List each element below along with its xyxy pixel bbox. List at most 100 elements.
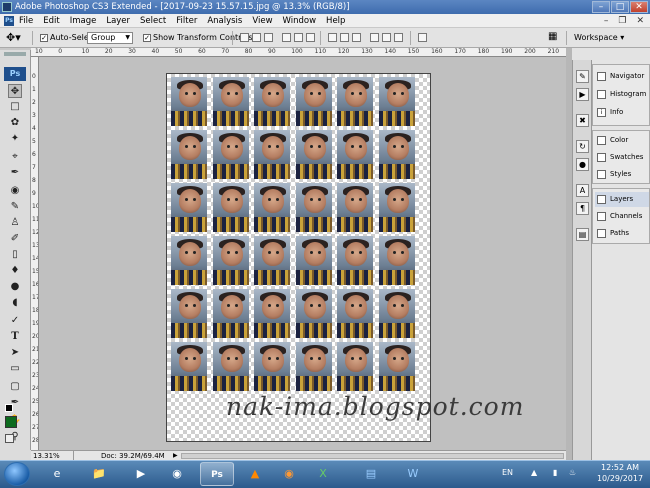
ruler-tick-label: 30 — [128, 48, 136, 55]
healing-brush-tool-icon[interactable]: ◉ — [8, 184, 22, 198]
paint-bucket-tool-icon[interactable]: ♦ — [8, 264, 22, 278]
notes-tool-icon[interactable]: ▢ — [8, 380, 22, 394]
folder-icon[interactable]: 📁 — [82, 462, 116, 486]
tools-panel-grip[interactable] — [4, 52, 26, 56]
start-button[interactable] — [4, 462, 30, 486]
menu-select[interactable]: Select — [140, 14, 166, 28]
workspace-menu[interactable]: Workspace ▾ — [574, 33, 624, 42]
show-transform-checkbox[interactable]: ✓ — [143, 34, 151, 42]
media-player-icon[interactable]: ▶ — [124, 462, 158, 486]
ps-menu-icon[interactable]: Ps — [4, 16, 14, 26]
notepad-icon[interactable]: ▤ — [354, 462, 388, 486]
crop-tool-icon[interactable]: ⌖ — [8, 150, 22, 164]
menu-help[interactable]: Help — [326, 14, 345, 28]
minimize-button[interactable]: – — [592, 1, 610, 13]
menu-view[interactable]: View — [252, 14, 272, 28]
word-icon[interactable]: W — [396, 462, 430, 486]
clone-stamp-tool-icon[interactable]: ♙ — [8, 216, 22, 230]
clock-date[interactable]: 10/29/2017 — [595, 474, 645, 483]
tool-presets-panel-icon[interactable]: ▶ — [576, 88, 589, 101]
distribute-vcenter-button[interactable] — [340, 33, 349, 42]
bridge-icon[interactable]: ▦ — [548, 31, 557, 42]
align-top-button[interactable] — [240, 33, 249, 42]
distribute-right-button[interactable] — [394, 33, 403, 42]
doc-close-button[interactable]: ✕ — [636, 14, 644, 28]
menu-layer[interactable]: Layer — [106, 14, 130, 28]
doc-restore-button[interactable]: ❐ — [618, 14, 626, 28]
character-panel-icon[interactable]: A — [576, 184, 589, 197]
menu-edit[interactable]: Edit — [43, 14, 59, 28]
menu-filter[interactable]: Filter — [176, 14, 197, 28]
shape-tool-icon[interactable]: ▭ — [8, 362, 22, 376]
chrome-icon[interactable]: ◉ — [160, 462, 194, 486]
menu-analysis[interactable]: Analysis — [207, 14, 242, 28]
marquee-tool-icon[interactable]: □ — [8, 100, 22, 114]
align-right-button[interactable] — [306, 33, 315, 42]
clone-source-panel-icon[interactable]: ✖ — [576, 114, 589, 127]
panel-paths[interactable]: Paths — [595, 226, 649, 241]
maximize-button[interactable]: □ — [611, 1, 629, 13]
menu-window[interactable]: Window — [283, 14, 317, 28]
panel-swatches-label: Swatches — [610, 153, 644, 161]
panel-swatches[interactable]: Swatches — [595, 150, 649, 165]
auto-select-checkbox[interactable]: ✓ — [40, 34, 48, 42]
slice-tool-icon[interactable]: ✒ — [8, 166, 22, 180]
internet-explorer-icon[interactable]: e — [40, 462, 74, 486]
auto-align-layers-button[interactable] — [418, 33, 427, 42]
align-bottom-button[interactable] — [264, 33, 273, 42]
panel-info[interactable]: i Info — [595, 105, 649, 120]
photoshop-icon[interactable]: Ps — [200, 462, 234, 486]
brush-tool-icon[interactable]: ✎ — [8, 200, 22, 214]
passport-photo — [212, 183, 249, 232]
show-hidden-icons[interactable]: ▲ — [531, 468, 537, 477]
panel-histogram[interactable]: Histogram — [595, 87, 649, 102]
dodge-tool-icon[interactable]: ◖ — [8, 296, 22, 310]
network-icon[interactable]: ▮ — [553, 468, 557, 477]
foreground-color-swatch[interactable] — [5, 404, 13, 412]
menu-image[interactable]: Image — [70, 14, 97, 28]
panel-color[interactable]: Color — [595, 133, 649, 148]
actions-panel-icon[interactable]: ● — [576, 158, 589, 171]
align-hcenter-button[interactable] — [294, 33, 303, 42]
lasso-tool-icon[interactable]: ✿ — [8, 116, 22, 130]
excel-icon[interactable]: X — [306, 462, 340, 486]
background-color-swatch[interactable] — [5, 416, 17, 428]
panel-layers[interactable]: Layers — [595, 192, 649, 207]
distribute-hcenter-button[interactable] — [382, 33, 391, 42]
close-button[interactable]: ✕ — [630, 1, 648, 13]
auto-select-dropdown[interactable]: Group ▼ — [87, 32, 133, 44]
distribute-top-button[interactable] — [328, 33, 337, 42]
history-panel-icon[interactable]: ↻ — [576, 140, 589, 153]
passport-photo — [337, 130, 373, 179]
move-tool-icon[interactable]: ✥ — [8, 84, 22, 98]
firefox-icon[interactable]: ◉ — [272, 462, 306, 486]
align-vcenter-button[interactable] — [252, 33, 261, 42]
layer-comps-panel-icon[interactable]: ▤ — [576, 228, 589, 241]
clock-time[interactable]: 12:52 AM — [595, 463, 645, 472]
type-tool-icon[interactable]: T — [8, 330, 22, 344]
align-left-button[interactable] — [282, 33, 291, 42]
distribute-bottom-button[interactable] — [352, 33, 361, 42]
magic-wand-tool-icon[interactable]: ✦ — [8, 132, 22, 146]
language-indicator[interactable]: EN — [502, 468, 513, 477]
horizontal-scrollbar[interactable] — [181, 453, 564, 459]
distribute-left-button[interactable] — [370, 33, 379, 42]
panel-styles[interactable]: Styles — [595, 167, 649, 182]
history-brush-tool-icon[interactable]: ✐ — [8, 232, 22, 246]
panel-channels[interactable]: Channels — [595, 209, 649, 224]
volume-icon[interactable]: ♨ — [569, 468, 576, 477]
brushes-panel-icon[interactable]: ✎ — [576, 70, 589, 83]
menu-file[interactable]: File — [19, 14, 33, 28]
paragraph-panel-icon[interactable]: ¶ — [576, 202, 589, 215]
move-tool-preset-icon[interactable]: ✥▾ — [6, 31, 21, 44]
pen-tool-icon[interactable]: ✓ — [8, 314, 22, 328]
doc-minimize-button[interactable]: – — [604, 14, 609, 28]
path-selection-tool-icon[interactable]: ➤ — [8, 346, 22, 360]
blur-tool-icon[interactable]: ● — [8, 280, 22, 294]
vlc-icon[interactable]: ▲ — [238, 462, 272, 486]
document-canvas[interactable] — [166, 73, 431, 442]
eraser-tool-icon[interactable]: ▯ — [8, 248, 22, 262]
ps-logo[interactable]: Ps — [4, 67, 26, 81]
panel-navigator[interactable]: Navigator — [595, 69, 649, 84]
quick-mask-icon[interactable] — [5, 434, 14, 443]
